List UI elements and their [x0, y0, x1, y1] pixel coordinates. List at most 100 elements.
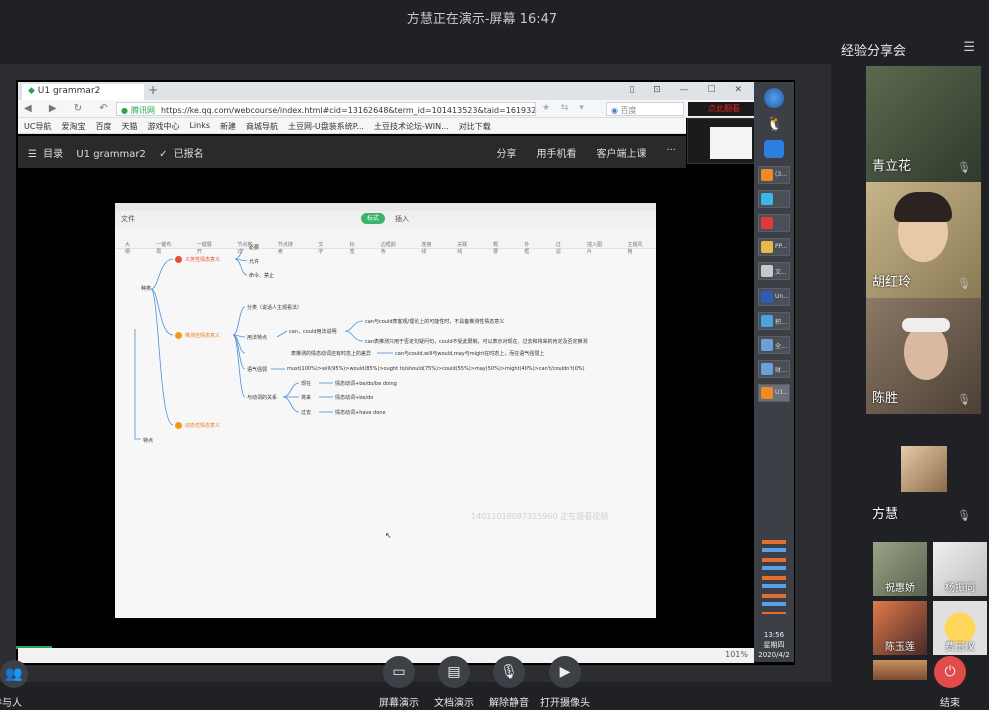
mind-node-root2[interactable]: 特点 — [143, 437, 153, 444]
video-tile[interactable]: 青立花 🎙 — [866, 66, 981, 182]
bookmark-item[interactable]: Links — [189, 121, 210, 130]
bookmark-item[interactable]: 新建 — [220, 121, 236, 131]
doc-tool[interactable]: 关联线 — [457, 241, 471, 255]
doc-tool[interactable]: 一键展开 — [197, 241, 216, 255]
mind-node-branch1[interactable]: 义务性情态意义 — [185, 256, 220, 263]
end-control[interactable]: ⏻ 结束 — [934, 656, 966, 709]
screen-share-control[interactable]: ▭ 屏幕演示 — [379, 656, 419, 709]
doc-tool[interactable]: 插入图片 — [587, 241, 606, 255]
doc-tool[interactable]: 边框颜色 — [381, 241, 400, 255]
system-clock[interactable]: 13:56 星期四 2020/4/2 — [754, 630, 794, 660]
doc-file-menu[interactable]: 文件 — [121, 215, 135, 223]
mind-node-fut[interactable]: 将来 — [301, 394, 311, 401]
mobile-watch-button[interactable]: 用手机看 — [536, 145, 576, 160]
bookmark-item[interactable]: 商城导航 — [246, 121, 278, 131]
people-icon[interactable]: 👥 — [0, 660, 28, 688]
taskbar-item[interactable]: U1... — [758, 384, 790, 402]
video-tile[interactable]: 方慧 🎙 — [866, 414, 981, 530]
bookmark-item[interactable]: 对比下载 — [459, 121, 491, 131]
browser-window-controls[interactable]: ▯ ⊡ — ☐ ✕ — [629, 85, 750, 95]
doc-tool[interactable]: 一键布局 — [156, 241, 175, 255]
bookmark-item[interactable]: UC导航 — [24, 121, 51, 131]
doc-insert-menu[interactable]: 插入 — [395, 214, 409, 224]
doc-tool[interactable]: 节点搜索 — [278, 241, 297, 255]
mind-node-rel[interactable]: 与动词的关系 — [247, 394, 277, 401]
taskbar-item[interactable]: 全... — [758, 336, 790, 354]
mind-node-b1c[interactable]: 必要 — [249, 244, 259, 251]
mind-node-tone[interactable]: 语气强弱 — [247, 366, 267, 373]
mind-node-tone-r[interactable]: must(100%)>will(95%)>would(85%)>ought to… — [287, 366, 585, 372]
mind-node-use[interactable]: 用法特点 — [247, 334, 267, 341]
bookmark-item[interactable]: 爱淘宝 — [61, 121, 85, 131]
taskbar-item[interactable]: Un... — [758, 288, 790, 306]
doc-share-control[interactable]: ▤ 文档演示 — [434, 656, 474, 709]
screen-share-icon[interactable]: ▭ — [383, 656, 415, 688]
menu-icon[interactable]: ☰ — [28, 149, 37, 160]
mind-node-now[interactable]: 现在 — [301, 380, 311, 387]
taskbar-item[interactable]: 财... — [758, 360, 790, 378]
mind-node-diff[interactable]: 表推测的情态动词还有时态上的差异 — [291, 350, 371, 357]
mind-node-b1c[interactable]: 命令、禁止 — [249, 272, 274, 279]
bookmark-item[interactable]: 游戏中心 — [147, 121, 179, 131]
taskbar-item[interactable]: 文... — [758, 262, 790, 280]
mind-node-past[interactable]: 过去 — [301, 409, 311, 416]
mind-node-can2[interactable]: can表推测只用于否定句疑问句，could不受此限制，可以表示对现在、过去和将来… — [365, 338, 588, 345]
folder-icon[interactable]: ▤ — [438, 656, 470, 688]
more-button[interactable]: ··· — [666, 145, 676, 160]
shared-screen[interactable]: ◆ U1 grammar2 + ▯ ⊡ — ☐ ✕ ◀ ▶ ↻ ↶ ‹ ● 腾讯网… — [16, 80, 795, 665]
participant-avatar[interactable]: 祝惠娇 — [873, 542, 927, 596]
client-class-button[interactable]: 客户端上课 — [596, 145, 646, 160]
doc-style-pill[interactable]: 标式 — [361, 213, 385, 224]
taskbar-item[interactable]: (3... — [758, 166, 790, 184]
doc-tool[interactable]: 文字 — [318, 241, 327, 255]
camera-off-icon[interactable]: ▶ — [549, 656, 581, 688]
start-icon[interactable] — [764, 88, 784, 108]
doc-tool[interactable]: 概要 — [493, 241, 502, 255]
taskbar-item[interactable] — [758, 190, 790, 208]
browser-notice[interactable]: 点此翻看 — [708, 103, 740, 114]
participants-control[interactable]: 👥 参与人 — [0, 660, 28, 709]
address-bar[interactable]: ● 腾讯网 https://ke.qq.com/webcourse/index.ht… — [116, 102, 536, 116]
mind-node-past-r[interactable]: 情态动词+have done — [335, 409, 386, 416]
taskbar-item[interactable]: 积... — [758, 312, 790, 330]
doc-tool[interactable]: 连接线 — [421, 241, 435, 255]
mic-muted-icon[interactable]: 🎙 — [493, 656, 525, 688]
bookmark-item[interactable]: 土豆技术论坛-WIN... — [374, 121, 449, 131]
mind-node-fut-r[interactable]: 情态动词+be/do — [335, 394, 373, 401]
star-icon[interactable]: ★ ⇆ ▾ — [542, 103, 588, 113]
power-icon[interactable]: ⏻ — [934, 656, 966, 688]
zoom-level[interactable]: 101% — [725, 650, 748, 659]
mind-node-root[interactable]: 种类 — [141, 285, 151, 292]
doc-tool[interactable]: 标签 — [350, 241, 359, 255]
mind-node-diff-r[interactable]: can与could,will与would,may与might在时态上，而在语气强… — [395, 350, 544, 357]
video-tile[interactable]: 陈胜 🎙 — [866, 298, 981, 414]
mind-node-can1[interactable]: can与could表客观/理论上的可能性时，不具备推测性情态意义 — [365, 318, 504, 325]
mind-node-branch2[interactable]: 推测性情态意义 — [185, 332, 220, 339]
doc-tool[interactable]: 大纲 — [125, 241, 134, 255]
search-box[interactable]: ◉ 百度 — [606, 102, 684, 116]
participant-avatar[interactable]: 费玉仪 — [933, 601, 987, 655]
bookmark-item[interactable]: 百度 — [95, 121, 111, 131]
participant-avatar[interactable]: 杨振同 — [933, 542, 987, 596]
mind-node-now-r[interactable]: 情态动词+be/do/be doing — [335, 380, 397, 387]
mind-node-cls[interactable]: 分类（说话人主观看法） — [247, 304, 302, 311]
cloud-icon[interactable] — [764, 140, 784, 158]
participant-avatar[interactable]: 陈玉莲 — [873, 601, 927, 655]
camera-control[interactable]: ▶ 打开摄像头 — [540, 656, 590, 709]
taskbar-item[interactable]: PP... — [758, 238, 790, 256]
unmute-control[interactable]: 🎙 解除静音 — [489, 656, 529, 709]
browser-tab[interactable]: ◆ U1 grammar2 — [22, 84, 144, 100]
video-tile[interactable]: 胡红玲 🎙 — [866, 182, 981, 298]
mind-node-b1c[interactable]: 允许 — [249, 258, 259, 265]
mind-node-can[interactable]: can，could用法说明 — [289, 328, 337, 335]
doc-tool[interactable]: 外框 — [524, 241, 533, 255]
qq-icon[interactable]: 🐧 — [766, 116, 783, 132]
mind-node-branch3[interactable]: 动态性情态意义 — [185, 422, 220, 429]
new-tab-button[interactable]: + — [148, 83, 158, 97]
participant-avatar[interactable] — [873, 660, 927, 680]
share-button[interactable]: 分享 — [496, 145, 516, 160]
bookmark-item[interactable]: 天猫 — [121, 121, 137, 131]
catalog-link[interactable]: 目录 — [43, 149, 63, 160]
mindmap-canvas[interactable]: 种类 特点 义务性情态意义 必要 允许 命令、禁止 推测性情态意义 分类（说话人… — [115, 245, 656, 618]
doc-tool[interactable]: 主题风格 — [627, 241, 646, 255]
